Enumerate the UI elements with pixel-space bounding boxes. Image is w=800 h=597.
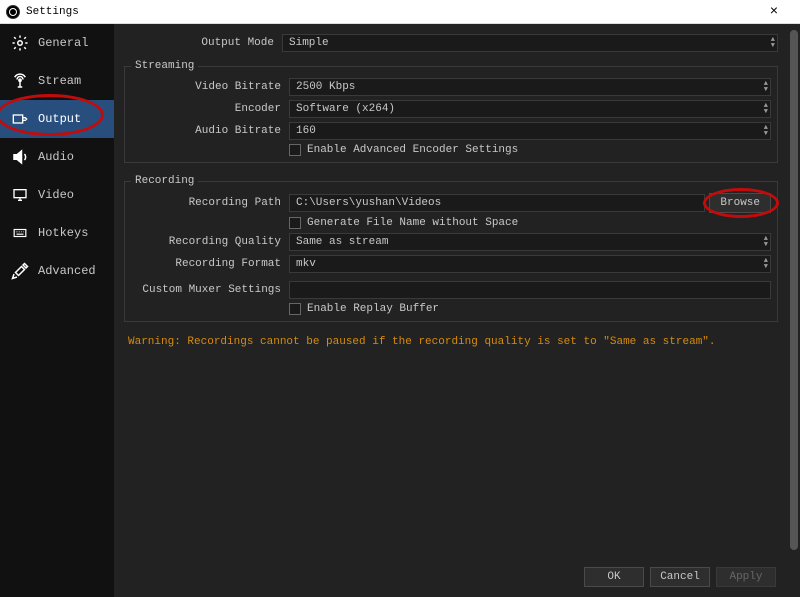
speaker-icon (10, 148, 30, 166)
output-mode-value: Simple (289, 37, 329, 49)
recording-format-label: Recording Format (131, 258, 289, 270)
recording-path-label: Recording Path (131, 197, 289, 209)
encoder-value: Software (x264) (296, 103, 395, 115)
replay-checkbox[interactable] (289, 303, 301, 315)
output-mode-label: Output Mode (124, 37, 282, 49)
sidebar-item-label: General (38, 36, 88, 50)
footer: OK Cancel Apply (122, 561, 790, 593)
recording-group: Recording Recording Path C:\Users\yushan… (124, 175, 778, 322)
recording-format-value: mkv (296, 258, 316, 270)
chevron-updown-icon: ▲▼ (764, 236, 768, 248)
video-bitrate-label: Video Bitrate (131, 81, 289, 93)
tools-icon (10, 262, 30, 280)
warning-text: Warning: Recordings cannot be paused if … (122, 328, 790, 348)
sidebar-item-label: Audio (38, 150, 74, 164)
apply-button[interactable]: Apply (716, 567, 776, 587)
filename-label: Generate File Name without Space (307, 217, 518, 229)
muxer-input[interactable] (289, 281, 771, 299)
sidebar-item-label: Stream (38, 74, 81, 88)
browse-button[interactable]: Browse (709, 193, 771, 213)
replay-row[interactable]: Enable Replay Buffer (289, 303, 439, 315)
app-body: General Stream Output Audio Video Hotkey… (0, 24, 800, 597)
obs-icon (6, 5, 20, 19)
replay-label: Enable Replay Buffer (307, 303, 439, 315)
stepper-icon: ▲▼ (764, 81, 768, 93)
chevron-updown-icon: ▲▼ (764, 125, 768, 137)
sidebar-item-output[interactable]: Output (0, 100, 114, 138)
main-panel: Output Mode Simple ▲▼ Streaming Video Bi… (114, 24, 800, 597)
sidebar: General Stream Output Audio Video Hotkey… (0, 24, 114, 597)
recording-legend: Recording (131, 175, 198, 187)
encoder-label: Encoder (131, 103, 289, 115)
recording-path-input[interactable]: C:\Users\yushan\Videos (289, 194, 705, 212)
sidebar-item-audio[interactable]: Audio (0, 138, 114, 176)
antenna-icon (10, 72, 30, 90)
filename-checkbox[interactable] (289, 217, 301, 229)
enable-advanced-label: Enable Advanced Encoder Settings (307, 144, 518, 156)
sidebar-item-label: Video (38, 188, 74, 202)
audio-bitrate-label: Audio Bitrate (131, 125, 289, 137)
recording-quality-value: Same as stream (296, 236, 388, 248)
sidebar-item-label: Hotkeys (38, 226, 88, 240)
keyboard-icon (10, 224, 30, 242)
filename-row[interactable]: Generate File Name without Space (289, 217, 518, 229)
video-bitrate-input[interactable]: 2500 Kbps ▲▼ (289, 78, 771, 96)
sidebar-item-stream[interactable]: Stream (0, 62, 114, 100)
enable-advanced-checkbox[interactable] (289, 144, 301, 156)
titlebar: Settings × (0, 0, 800, 24)
streaming-group: Streaming Video Bitrate 2500 Kbps ▲▼ Enc… (124, 60, 778, 163)
sidebar-item-label: Output (38, 112, 81, 126)
ok-button[interactable]: OK (584, 567, 644, 587)
cancel-button[interactable]: Cancel (650, 567, 710, 587)
sidebar-item-hotkeys[interactable]: Hotkeys (0, 214, 114, 252)
window-title: Settings (26, 6, 754, 18)
audio-bitrate-select[interactable]: 160 ▲▼ (289, 122, 771, 140)
muxer-label: Custom Muxer Settings (131, 284, 289, 296)
output-mode-select[interactable]: Simple ▲▼ (282, 34, 778, 52)
encoder-select[interactable]: Software (x264) ▲▼ (289, 100, 771, 118)
scrollbar-thumb[interactable] (790, 30, 798, 550)
sidebar-item-general[interactable]: General (0, 24, 114, 62)
streaming-legend: Streaming (131, 60, 198, 72)
video-bitrate-value: 2500 Kbps (296, 81, 355, 93)
recording-path-value: C:\Users\yushan\Videos (296, 197, 441, 209)
recording-quality-label: Recording Quality (131, 236, 289, 248)
chevron-updown-icon: ▲▼ (771, 37, 775, 49)
gear-icon (10, 34, 30, 52)
close-icon[interactable]: × (754, 4, 794, 20)
sidebar-item-video[interactable]: Video (0, 176, 114, 214)
output-icon (10, 110, 30, 128)
audio-bitrate-value: 160 (296, 125, 316, 137)
chevron-updown-icon: ▲▼ (764, 258, 768, 270)
monitor-icon (10, 186, 30, 204)
sidebar-item-label: Advanced (38, 264, 96, 278)
sidebar-item-advanced[interactable]: Advanced (0, 252, 114, 290)
enable-advanced-row[interactable]: Enable Advanced Encoder Settings (289, 144, 518, 156)
recording-format-select[interactable]: mkv ▲▼ (289, 255, 771, 273)
scrollbar[interactable] (790, 30, 798, 550)
recording-quality-select[interactable]: Same as stream ▲▼ (289, 233, 771, 251)
chevron-updown-icon: ▲▼ (764, 103, 768, 115)
